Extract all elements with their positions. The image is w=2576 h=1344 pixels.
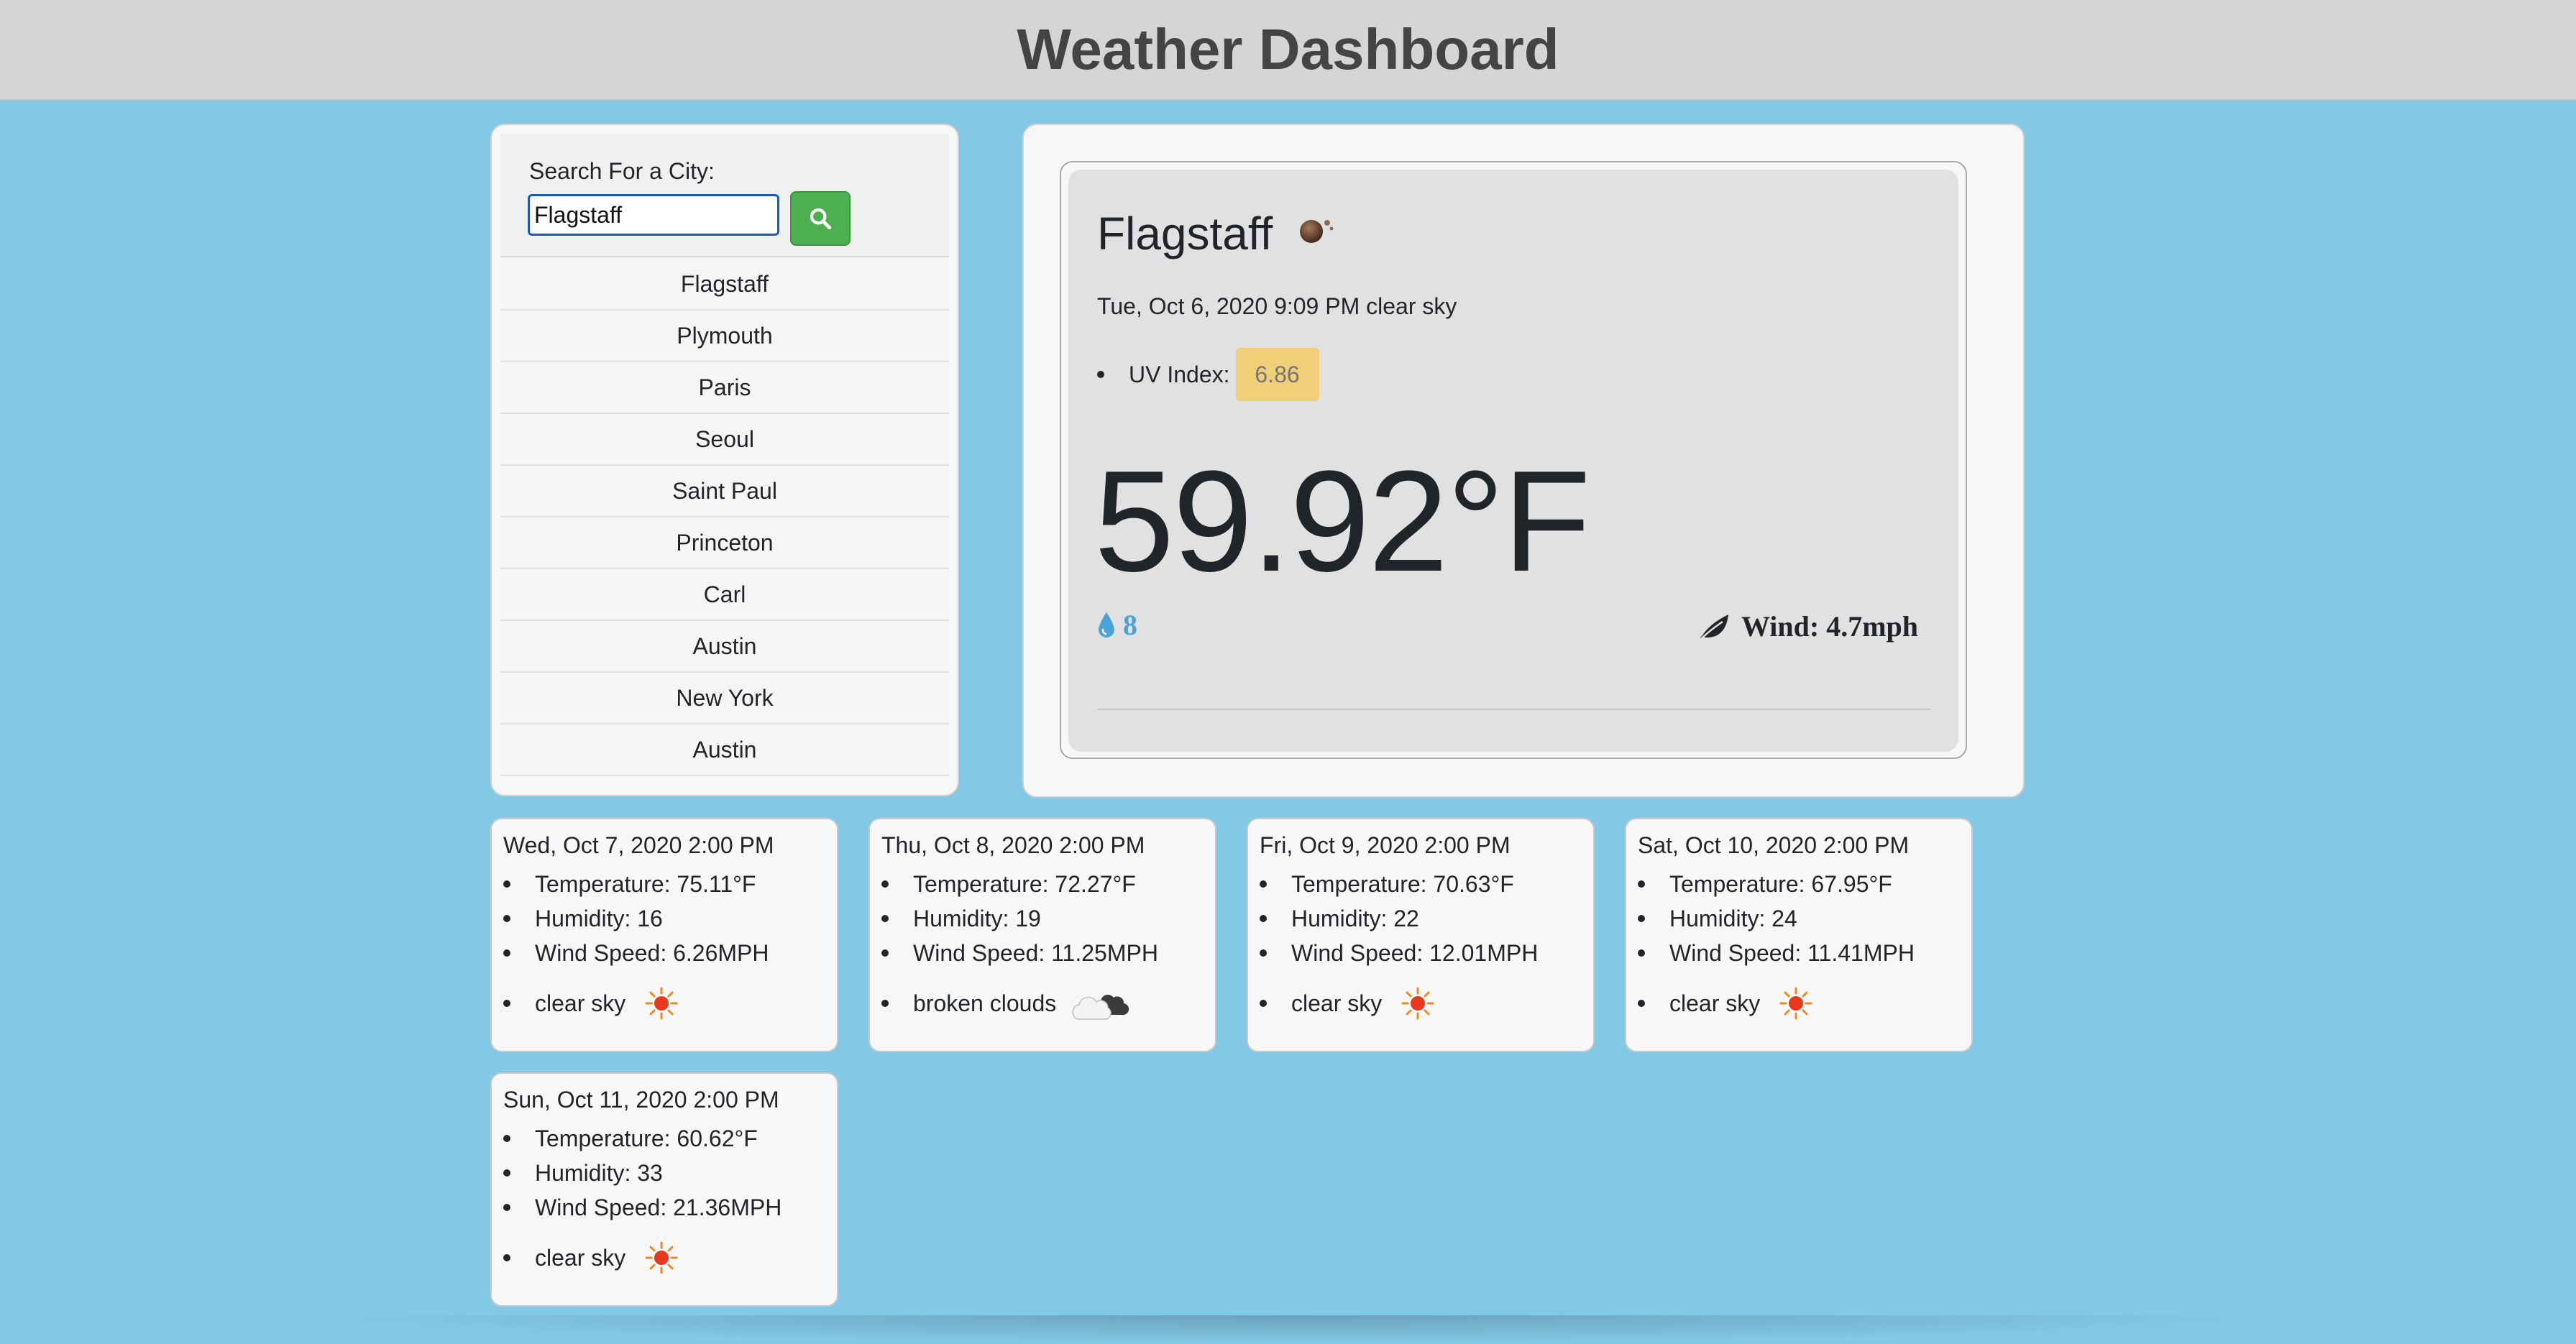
sun-icon [644, 1241, 679, 1275]
forecast-wind: Wind Speed: 12.01MPH [1260, 936, 1538, 970]
history-city-item[interactable]: Carl [500, 569, 949, 621]
forecast-description: clear sky [535, 990, 626, 1016]
history-city-item[interactable]: Paris [500, 362, 949, 414]
forecast-description: clear sky [1669, 990, 1761, 1016]
app-header: Weather Dashboard [0, 0, 2576, 101]
history-city-item[interactable]: Plymouth [500, 310, 949, 362]
history-city-item[interactable]: Seoul [500, 414, 949, 466]
uv-index-row: UV Index: 6.86 [1097, 348, 1319, 401]
current-weather-card: Flagstaff Tue, Oct 6, 2020 9:09 PM clear… [1068, 170, 1958, 752]
forecast-description-row: broken clouds [881, 986, 1158, 1021]
forecast-date: Thu, Oct 8, 2020 2:00 PM [881, 832, 1145, 858]
forecast-wind: Wind Speed: 6.26MPH [503, 936, 769, 970]
forecast-card: Thu, Oct 8, 2020 2:00 PM Temperature: 72… [868, 818, 1216, 1052]
wind-value: Wind: 4.7mph [1741, 610, 1918, 643]
current-temperature: 59.92°F [1094, 441, 1591, 602]
forecast-temperature: Temperature: 60.62°F [503, 1121, 781, 1156]
forecast-card: Sat, Oct 10, 2020 2:00 PM Temperature: 6… [1625, 818, 1973, 1052]
search-label: Search For a City: [529, 158, 715, 184]
forecast-date: Sun, Oct 11, 2020 2:00 PM [503, 1087, 779, 1113]
water-drop-icon [1099, 612, 1114, 638]
history-city-item[interactable]: Austin [500, 621, 949, 673]
search-button[interactable] [790, 191, 851, 246]
search-form: Search For a City: [500, 134, 949, 257]
forecast-humidity: Humidity: 16 [503, 901, 769, 936]
sun-icon [1401, 986, 1435, 1021]
forecast-description: broken clouds [913, 990, 1057, 1016]
forecast-description-row: clear sky [503, 986, 769, 1021]
forecast-description-row: clear sky [1260, 986, 1538, 1021]
forecast-temperature: Temperature: 70.63°F [1260, 867, 1538, 901]
forecast-description: clear sky [1291, 990, 1383, 1016]
forecast-details: Temperature: 72.27°F Humidity: 19 Wind S… [881, 867, 1158, 1021]
forecast-card: Sun, Oct 11, 2020 2:00 PM Temperature: 6… [490, 1072, 838, 1307]
current-city-name: Flagstaff [1097, 208, 1273, 259]
forecast-humidity: Humidity: 22 [1260, 901, 1538, 936]
forecast-humidity: Humidity: 33 [503, 1156, 781, 1190]
forecast-description-row: clear sky [503, 1241, 781, 1275]
uv-index-badge: 6.86 [1235, 348, 1319, 401]
forecast-description-row: clear sky [1638, 986, 1915, 1021]
leaf-icon [1699, 614, 1728, 641]
page-title: Weather Dashboard [1017, 17, 1559, 81]
divider [1097, 709, 1931, 710]
forecast-card: Wed, Oct 7, 2020 2:00 PM Temperature: 75… [490, 818, 838, 1052]
humidity-value: 8 [1123, 609, 1137, 641]
forecast-description: clear sky [535, 1244, 626, 1271]
forecast-date: Sat, Oct 10, 2020 2:00 PM [1638, 832, 1910, 858]
page-bottom-shadow [288, 1315, 2301, 1344]
current-weather-panel: Flagstaff Tue, Oct 6, 2020 9:09 PM clear… [1022, 124, 2025, 798]
sun-icon [1779, 986, 1813, 1021]
current-weather-frame: Flagstaff Tue, Oct 6, 2020 9:09 PM clear… [1060, 161, 1967, 759]
cloud-icon [1069, 986, 1129, 1021]
forecast-details: Temperature: 75.11°F Humidity: 16 Wind S… [503, 867, 769, 1021]
history-city-item[interactable]: Austin [500, 724, 949, 776]
forecast-date: Wed, Oct 7, 2020 2:00 PM [503, 832, 774, 858]
forecast-wind: Wind Speed: 11.41MPH [1638, 936, 1915, 970]
forecast-details: Temperature: 67.95°F Humidity: 24 Wind S… [1638, 867, 1915, 1021]
bullet [1097, 371, 1104, 378]
forecast-wind: Wind Speed: 11.25MPH [881, 936, 1158, 970]
search-icon [810, 208, 832, 230]
history-city-item[interactable]: New York [500, 673, 949, 724]
wind-readout: Wind: 4.7mph [1697, 609, 1918, 643]
forecast-humidity: Humidity: 19 [881, 901, 1158, 936]
history-city-item[interactable]: Princeton [500, 517, 949, 569]
clear-sky-night-icon [1294, 211, 1337, 251]
humidity-readout: 8 [1097, 608, 1137, 642]
search-history-list: Flagstaff Plymouth Paris Seoul Saint Pau… [500, 259, 949, 776]
search-panel: Search For a City: Flagstaff Plymouth Pa… [490, 124, 959, 796]
forecast-humidity: Humidity: 24 [1638, 901, 1915, 936]
forecast-details: Temperature: 70.63°F Humidity: 22 Wind S… [1260, 867, 1538, 1021]
forecast-date: Fri, Oct 9, 2020 2:00 PM [1260, 832, 1511, 858]
forecast-card: Fri, Oct 9, 2020 2:00 PM Temperature: 70… [1247, 818, 1595, 1052]
sun-icon [644, 986, 679, 1021]
forecast-temperature: Temperature: 67.95°F [1638, 867, 1915, 901]
forecast-temperature: Temperature: 75.11°F [503, 867, 769, 901]
forecast-details: Temperature: 60.62°F Humidity: 33 Wind S… [503, 1121, 781, 1275]
uv-index-label: UV Index: [1129, 361, 1230, 387]
forecast-temperature: Temperature: 72.27°F [881, 867, 1158, 901]
history-city-item[interactable]: Saint Paul [500, 466, 949, 517]
forecast-wind: Wind Speed: 21.36MPH [503, 1190, 781, 1225]
history-city-item[interactable]: Flagstaff [500, 259, 949, 310]
current-date-description: Tue, Oct 6, 2020 9:09 PM clear sky [1097, 293, 1457, 319]
city-search-input[interactable] [528, 194, 779, 236]
